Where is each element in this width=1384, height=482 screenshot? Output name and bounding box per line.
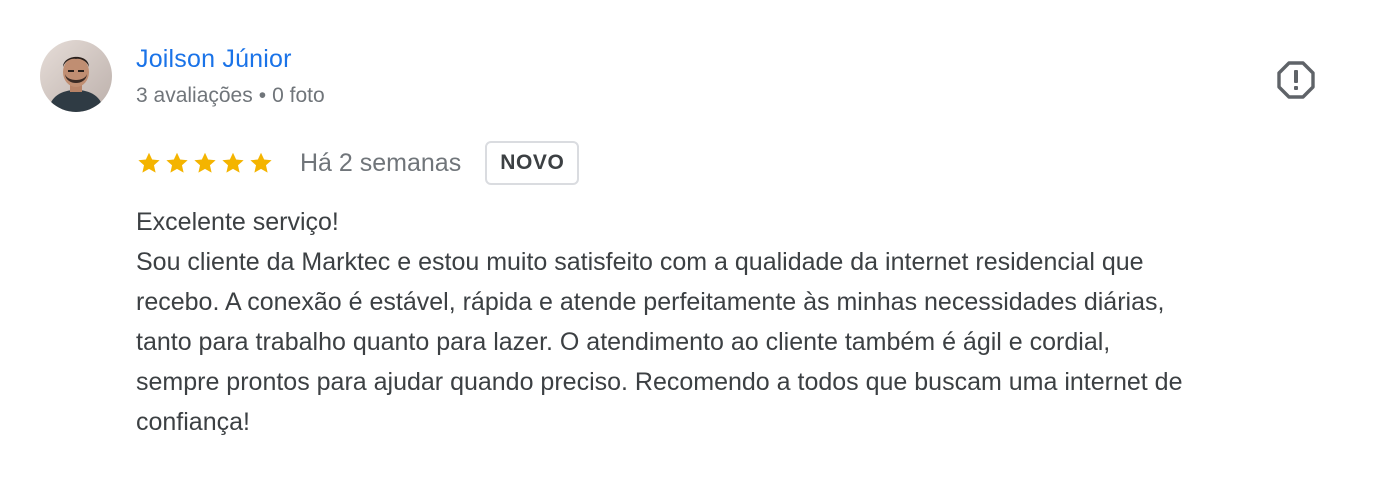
author-stats: 3 avaliações • 0 foto [136,82,325,110]
review-text-line: tanto para trabalho quanto para lazer. O… [136,328,1111,356]
star-icon [166,152,188,173]
review-text: Excelente serviço! Sou cliente da Markte… [136,202,1356,442]
author-avatar[interactable] [40,40,112,112]
review-date: Há 2 semanas [300,149,462,177]
author-name-link[interactable]: Joilson Júnior [136,44,292,74]
star-rating [136,150,274,176]
review-text-line: confiança! [136,408,250,436]
review-text-line: recebo. A conexão é estável, rápida e at… [136,288,1165,316]
star-icon [138,152,160,173]
star-icon [222,152,244,173]
photos-count: 0 foto [272,84,325,107]
review-text-line: Excelente serviço! [136,208,339,236]
report-review-button[interactable] [1274,60,1318,100]
review-text-line: Sou cliente da Marktec e estou muito sat… [136,248,1144,276]
review-text-line: sempre prontos para ajudar quando precis… [136,368,1183,396]
avatar-photo-icon [40,40,112,112]
new-badge: NOVO [485,141,580,185]
star-icon [194,152,216,173]
star-icon [250,152,272,173]
meta-separator: • [258,84,267,107]
report-flag-octagon-icon [1277,61,1315,99]
reviews-count: 3 avaliações [136,84,253,107]
review-card: Joilson Júnior 3 avaliações • 0 foto Há 2 … [0,0,1384,482]
rating-row: Há 2 semanas NOVO [136,140,580,186]
